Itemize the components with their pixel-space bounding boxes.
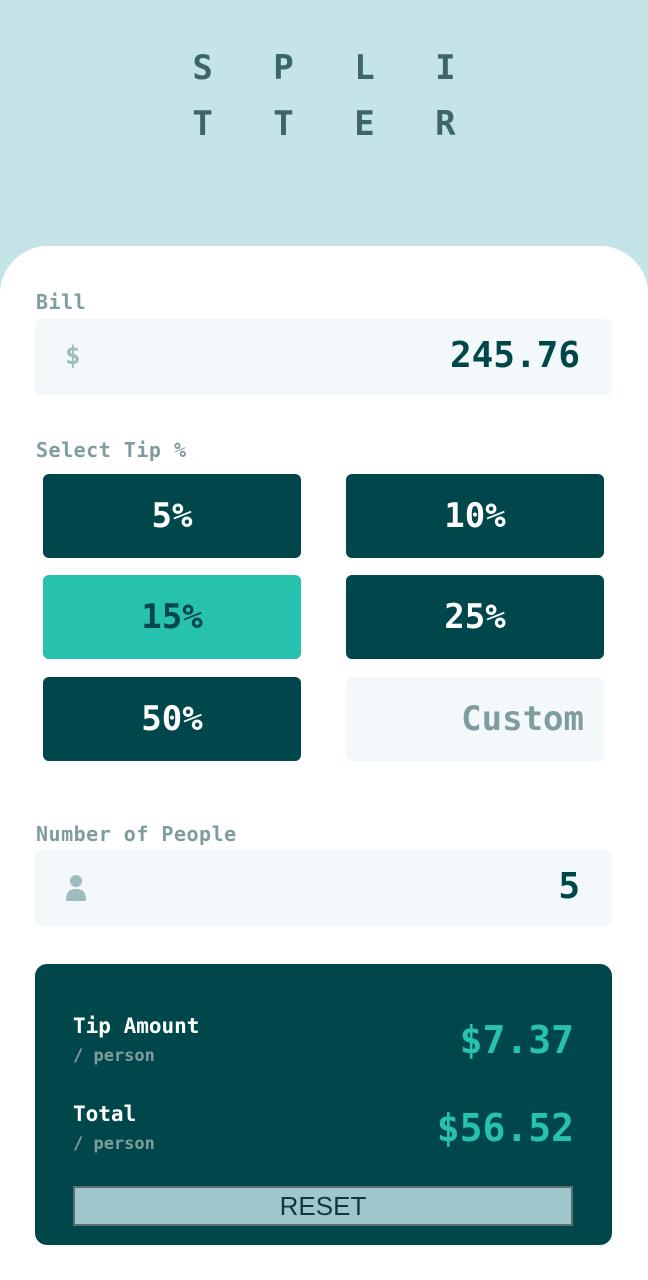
tip-button-15[interactable]: 15% — [43, 575, 301, 659]
total-value: $56.52 — [436, 1106, 574, 1150]
people-label: Number of People — [36, 822, 237, 846]
tip-amount-value: $7.37 — [459, 1018, 574, 1062]
tip-label: Select Tip % — [36, 438, 187, 462]
people-field[interactable]: 5 — [35, 850, 612, 926]
logo-line-2: T T E R — [192, 104, 476, 144]
tip-button-5[interactable]: 5% — [43, 474, 301, 558]
person-icon — [66, 875, 86, 901]
bill-label: Bill — [36, 290, 87, 314]
app-logo: S P L I T T E R — [0, 40, 648, 152]
tip-amount-title: Tip Amount — [73, 1014, 200, 1038]
logo-line-1: S P L I — [192, 48, 476, 88]
tip-button-10[interactable]: 10% — [346, 474, 604, 558]
total-subtitle: / person — [73, 1134, 155, 1154]
total-title: Total — [73, 1102, 137, 1126]
tip-button-50[interactable]: 50% — [43, 677, 301, 761]
tip-button-25[interactable]: 25% — [346, 575, 604, 659]
people-input[interactable]: 5 — [558, 866, 580, 907]
custom-tip-input[interactable]: Custom — [346, 677, 604, 761]
results-panel: Tip Amount / person $7.37 Total / person… — [35, 964, 612, 1245]
dollar-icon: $ — [65, 341, 81, 371]
tip-amount-subtitle: / person — [73, 1046, 155, 1066]
reset-button[interactable]: RESET — [73, 1186, 573, 1226]
bill-field[interactable]: $ 245.76 — [35, 319, 612, 395]
bill-input[interactable]: 245.76 — [450, 335, 580, 376]
